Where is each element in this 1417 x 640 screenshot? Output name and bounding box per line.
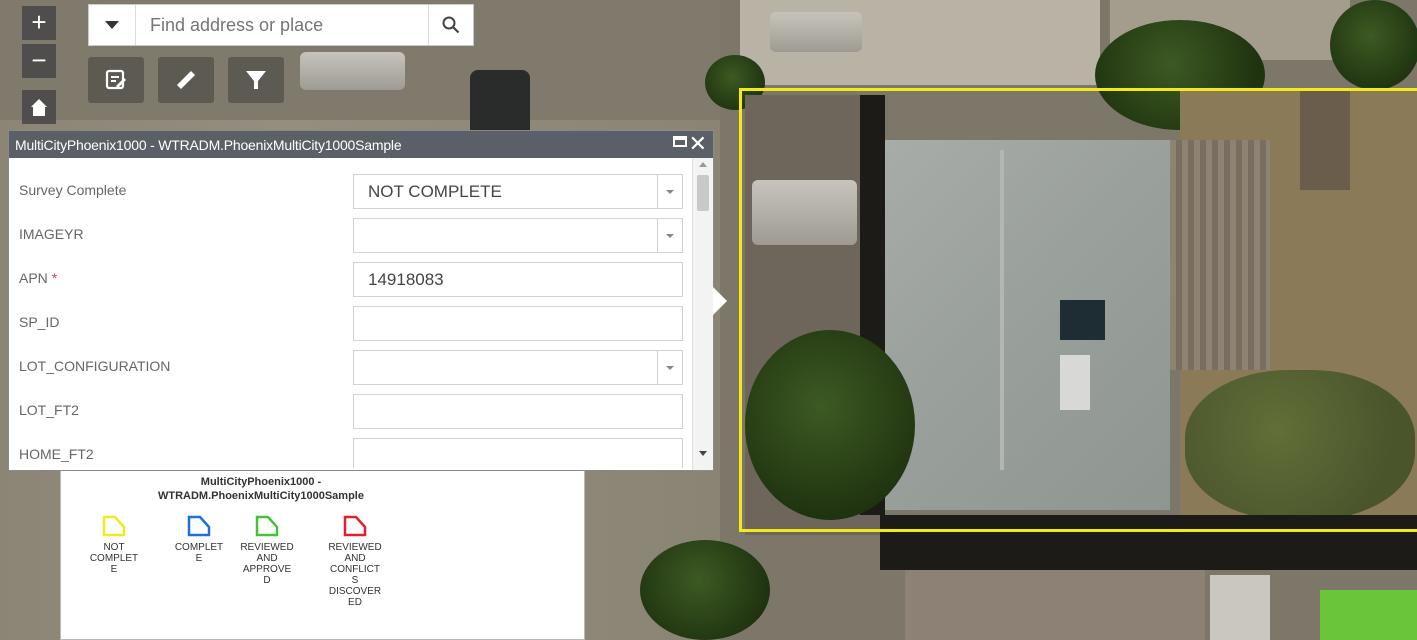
filter-icon [246, 71, 266, 89]
field-label: SP_ID [19, 314, 60, 330]
popup-form: Survey Complete NOT COMPLETE IMAGEYR APN… [9, 158, 693, 470]
zoom-in-button[interactable]: + [22, 6, 56, 40]
polygon-swatch-icon [343, 515, 367, 537]
field-label: LOT_CONFIGURATION [19, 358, 171, 374]
form-row-lot-ft2: LOT_FT2 [9, 388, 693, 432]
field-label: HOME_FT2 [19, 446, 94, 462]
parked-car [770, 12, 862, 52]
legend-label: REVIEWED AND CONFLICT S DISCOVER ED [328, 542, 382, 608]
scroll-thumb[interactable] [697, 175, 709, 211]
search-input[interactable] [136, 5, 428, 45]
polygon-swatch-icon [255, 515, 279, 537]
survey-complete-select[interactable]: NOT COMPLETE [353, 174, 683, 209]
scroll-down-icon[interactable] [699, 451, 707, 456]
field-value: NOT COMPLETE [368, 182, 502, 201]
imageyr-select[interactable] [353, 218, 683, 253]
chevron-down-icon[interactable] [657, 351, 682, 384]
zoom-out-button[interactable]: − [22, 44, 56, 78]
lot-configuration-select[interactable] [353, 350, 683, 385]
field-label: LOT_FT2 [19, 402, 79, 418]
home-button[interactable] [22, 90, 56, 124]
close-icon[interactable]: ✕ [689, 132, 707, 156]
form-row-home-ft2: HOME_FT2 [9, 432, 693, 476]
popup-pointer [713, 287, 727, 315]
form-row-lot-configuration: LOT_CONFIGURATION [9, 344, 693, 388]
maximize-icon[interactable] [673, 136, 687, 147]
edit-icon [105, 69, 126, 90]
measure-tool-button[interactable] [158, 57, 214, 103]
legend-panel: MultiCityPhoenix1000 - WTRADM.PhoenixMul… [60, 471, 585, 640]
form-row-imageyr: IMAGEYR [9, 212, 693, 256]
chevron-down-icon[interactable] [657, 175, 682, 208]
pool [1320, 590, 1417, 640]
field-label: Survey Complete [19, 182, 127, 198]
popup-header: MultiCityPhoenix1000 - WTRADM.PhoenixMul… [9, 131, 713, 158]
attribute-popup: MultiCityPhoenix1000 - WTRADM.PhoenixMul… [8, 130, 714, 471]
neighbor-house [1210, 575, 1270, 640]
legend-item-not-complete: NOT COMPLET E [84, 514, 144, 575]
field-value: 14918083 [368, 270, 444, 289]
lot-ft2-input[interactable] [353, 394, 683, 429]
legend-label: COMPLET E [174, 542, 224, 564]
field-label: APN * [19, 270, 58, 286]
chevron-down-icon [105, 21, 119, 29]
ruler-icon [177, 71, 195, 89]
edit-tool-button[interactable] [88, 57, 144, 103]
filter-tool-button[interactable] [228, 57, 284, 103]
legend-title: MultiCityPhoenix1000 - WTRADM.PhoenixMul… [158, 476, 364, 502]
legend-item-complete: COMPLET E [169, 514, 229, 564]
search-icon [442, 16, 460, 34]
polygon-swatch-icon [187, 515, 211, 537]
selected-parcel-outline[interactable] [739, 88, 1417, 532]
search-source-dropdown[interactable] [89, 5, 136, 45]
search-bar [88, 4, 474, 46]
parked-car [300, 52, 405, 90]
tree [1330, 0, 1417, 90]
form-row-survey-complete: Survey Complete NOT COMPLETE [9, 168, 693, 212]
form-row-sp-id: SP_ID [9, 300, 693, 344]
apn-input[interactable]: 14918083 [353, 262, 683, 297]
home-ft2-input[interactable] [353, 438, 683, 468]
field-label: IMAGEYR [19, 226, 84, 242]
legend-label: REVIEWED AND APPROVE D [240, 542, 294, 586]
legend-label: NOT COMPLET E [89, 542, 139, 575]
search-button[interactable] [428, 5, 473, 45]
legend-item-reviewed-conflicts: REVIEWED AND CONFLICT S DISCOVER ED [325, 514, 385, 608]
sp-id-input[interactable] [353, 306, 683, 341]
required-marker: * [51, 270, 58, 286]
polygon-swatch-icon [102, 515, 126, 537]
scroll-up-icon[interactable] [699, 162, 707, 167]
legend-item-reviewed-approved: REVIEWED AND APPROVE D [237, 514, 297, 586]
popup-scrollbar[interactable] [692, 158, 713, 470]
neighbor-house [905, 570, 1205, 640]
form-row-apn: APN * 14918083 [9, 256, 693, 300]
tree [640, 540, 770, 640]
chevron-down-icon[interactable] [657, 219, 682, 252]
popup-title: MultiCityPhoenix1000 - WTRADM.PhoenixMul… [15, 136, 402, 153]
